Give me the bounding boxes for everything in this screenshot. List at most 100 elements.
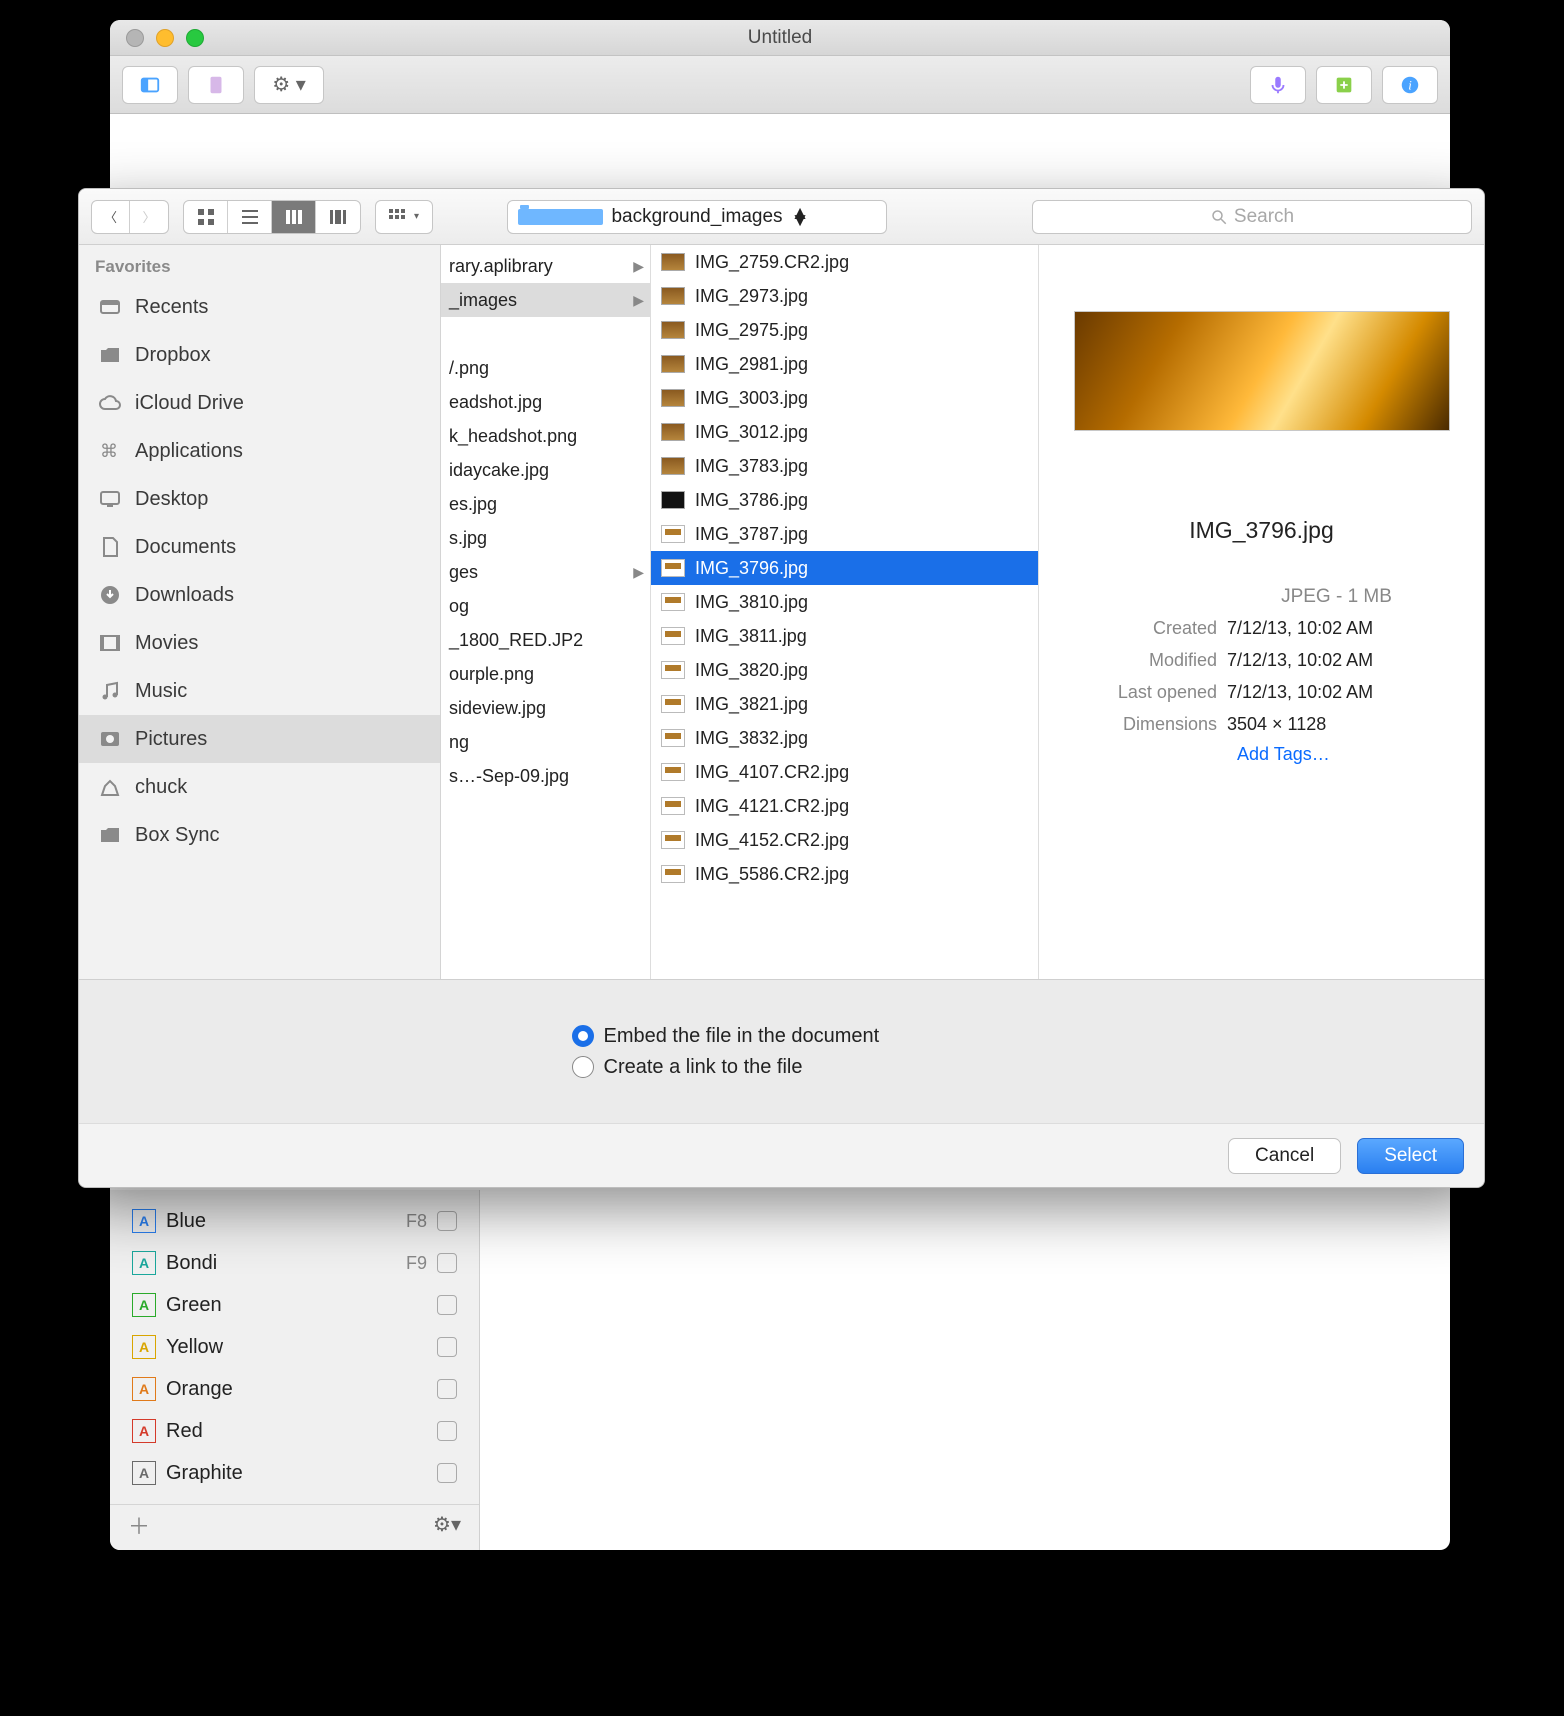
gallery-view-button[interactable] [316, 201, 360, 233]
file-item[interactable]: IMG_2759.CR2.jpg [651, 245, 1038, 279]
file-thumb-icon [661, 253, 685, 271]
sidebar-item-downloads[interactable]: Downloads [79, 571, 440, 619]
file-item[interactable]: IMG_3783.jpg [651, 449, 1038, 483]
file-item[interactable]: IMG_4121.CR2.jpg [651, 789, 1038, 823]
file-item[interactable]: IMG_2973.jpg [651, 279, 1038, 313]
file-item[interactable]: IMG_3832.jpg [651, 721, 1038, 755]
column-view-button[interactable] [272, 201, 316, 233]
style-checkbox[interactable] [437, 1253, 457, 1273]
file-thumb-icon [661, 695, 685, 713]
file-item[interactable]: IMG_2975.jpg [651, 313, 1038, 347]
list-view-button[interactable] [228, 201, 272, 233]
styles-gear-menu[interactable]: ⚙︎▾ [433, 1512, 461, 1537]
button-bar: Cancel Select [79, 1123, 1484, 1187]
col1-item[interactable]: og [441, 589, 650, 623]
col1-item[interactable]: ges▶ [441, 555, 650, 589]
sidebar-item-documents[interactable]: Documents [79, 523, 440, 571]
file-item[interactable]: IMG_3820.jpg [651, 653, 1038, 687]
file-item[interactable]: IMG_3787.jpg [651, 517, 1038, 551]
toolbar-button-2[interactable] [188, 66, 244, 104]
col1-item[interactable]: ourple.png [441, 657, 650, 691]
col1-item[interactable]: /.png [441, 351, 650, 385]
file-thumb-icon [661, 287, 685, 305]
file-item[interactable]: IMG_3811.jpg [651, 619, 1038, 653]
add-button[interactable] [1316, 66, 1372, 104]
style-item-green[interactable]: AGreen [110, 1284, 479, 1326]
search-input[interactable]: Search [1032, 200, 1472, 234]
col1-item[interactable]: k_headshot.png [441, 419, 650, 453]
style-item-graphite[interactable]: AGraphite [110, 1452, 479, 1494]
sidebar-item-movies[interactable]: Movies [79, 619, 440, 667]
col1-item[interactable]: rary.aplibrary▶ [441, 249, 650, 283]
style-checkbox[interactable] [437, 1421, 457, 1441]
style-checkbox[interactable] [437, 1379, 457, 1399]
cancel-button[interactable]: Cancel [1228, 1138, 1341, 1174]
style-checkbox[interactable] [437, 1295, 457, 1315]
col1-item[interactable]: idaycake.jpg [441, 453, 650, 487]
file-name: IMG_4121.CR2.jpg [695, 796, 849, 817]
meta-row: Dimensions3504 × 1128 [1057, 708, 1466, 740]
col1-item[interactable]: es.jpg [441, 487, 650, 521]
sidebar-item-dropbox[interactable]: Dropbox [79, 331, 440, 379]
col1-item[interactable] [441, 317, 650, 351]
style-checkbox[interactable] [437, 1463, 457, 1483]
file-item[interactable]: IMG_3012.jpg [651, 415, 1038, 449]
add-style-button[interactable]: ＋ [128, 1509, 150, 1541]
sidebar-item-recents[interactable]: Recents [79, 283, 440, 331]
mic-button[interactable] [1250, 66, 1306, 104]
group-menu[interactable]: ▾ [375, 200, 433, 234]
style-checkbox[interactable] [437, 1211, 457, 1231]
style-swatch-icon: A [132, 1377, 156, 1401]
style-item-bondi[interactable]: ABondiF9 [110, 1242, 479, 1284]
forward-button[interactable]: 〉 [130, 201, 168, 233]
col1-item[interactable]: _images▶ [441, 283, 650, 317]
file-name: IMG_3783.jpg [695, 456, 808, 477]
col1-item[interactable]: ng [441, 725, 650, 759]
toolbar-action-menu[interactable]: ⚙︎ ▾ [254, 66, 324, 104]
file-item[interactable]: IMG_3810.jpg [651, 585, 1038, 619]
file-thumb-icon [661, 525, 685, 543]
embed-radio[interactable]: Embed the file in the document [572, 1025, 992, 1048]
sidebar-item-desktop[interactable]: Desktop [79, 475, 440, 523]
col1-item[interactable]: s.jpg [441, 521, 650, 555]
style-swatch-icon: A [132, 1335, 156, 1359]
file-item[interactable]: IMG_2981.jpg [651, 347, 1038, 381]
fav-label: Downloads [135, 584, 234, 607]
sidebar-item-applications[interactable]: ⌘Applications [79, 427, 440, 475]
file-item[interactable]: IMG_3821.jpg [651, 687, 1038, 721]
col1-item[interactable]: _1800_RED.JP2 [441, 623, 650, 657]
sidebar-item-box-sync[interactable]: Box Sync [79, 811, 440, 859]
back-button[interactable]: 〈 [92, 201, 130, 233]
style-item-yellow[interactable]: AYellow [110, 1326, 479, 1368]
style-item-blue[interactable]: ABlueF8 [110, 1200, 479, 1242]
file-item[interactable]: IMG_3796.jpg [651, 551, 1038, 585]
add-tags-link[interactable]: Add Tags… [1057, 744, 1466, 765]
style-item-orange[interactable]: AOrange [110, 1368, 479, 1410]
file-item[interactable]: IMG_3786.jpg [651, 483, 1038, 517]
window-titlebar: Untitled [110, 20, 1450, 56]
col1-item[interactable]: eadshot.jpg [441, 385, 650, 419]
sidebar-item-pictures[interactable]: Pictures [79, 715, 440, 763]
sidebar-item-icloud-drive[interactable]: iCloud Drive [79, 379, 440, 427]
folder-popup[interactable]: background_images ▲▼ [507, 200, 887, 234]
style-label: Blue [166, 1210, 396, 1233]
icon-view-button[interactable] [184, 201, 228, 233]
fav-icon [97, 726, 123, 752]
select-button[interactable]: Select [1357, 1138, 1464, 1174]
sidebar-item-chuck[interactable]: chuck [79, 763, 440, 811]
file-item[interactable]: IMG_5586.CR2.jpg [651, 857, 1038, 891]
meta-key: Dimensions [1057, 708, 1227, 740]
style-item-red[interactable]: ARed [110, 1410, 479, 1452]
info-button[interactable]: i [1382, 66, 1438, 104]
file-thumb-icon [661, 763, 685, 781]
col1-item[interactable]: s…-Sep-09.jpg [441, 759, 650, 793]
file-item[interactable]: IMG_3003.jpg [651, 381, 1038, 415]
fav-label: Documents [135, 536, 236, 559]
sidebar-item-music[interactable]: Music [79, 667, 440, 715]
col1-item[interactable]: sideview.jpg [441, 691, 650, 725]
link-radio[interactable]: Create a link to the file [572, 1056, 992, 1079]
file-item[interactable]: IMG_4107.CR2.jpg [651, 755, 1038, 789]
file-item[interactable]: IMG_4152.CR2.jpg [651, 823, 1038, 857]
style-checkbox[interactable] [437, 1337, 457, 1357]
toolbar-button-1[interactable] [122, 66, 178, 104]
